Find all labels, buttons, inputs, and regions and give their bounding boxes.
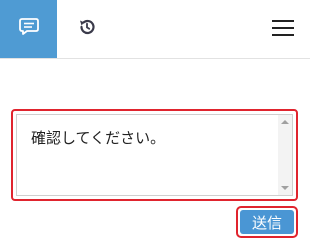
tab-chat[interactable] — [0, 0, 57, 58]
message-input-highlight: 確認してください。 — [11, 109, 298, 201]
scroll-up-arrow-icon[interactable] — [278, 115, 292, 129]
message-input[interactable]: 確認してください。 — [16, 114, 293, 196]
message-input-value: 確認してください。 — [31, 129, 166, 147]
top-bar — [0, 0, 310, 59]
hamburger-menu-icon — [272, 19, 294, 41]
tab-history[interactable] — [57, 0, 117, 58]
chat-icon — [18, 18, 39, 40]
scroll-down-arrow-icon[interactable] — [278, 181, 292, 195]
send-button-highlight: 送信 — [236, 206, 298, 238]
menu-button[interactable] — [266, 13, 300, 47]
scrollbar[interactable] — [278, 115, 292, 195]
history-icon — [78, 18, 96, 40]
send-button[interactable]: 送信 — [240, 210, 294, 234]
